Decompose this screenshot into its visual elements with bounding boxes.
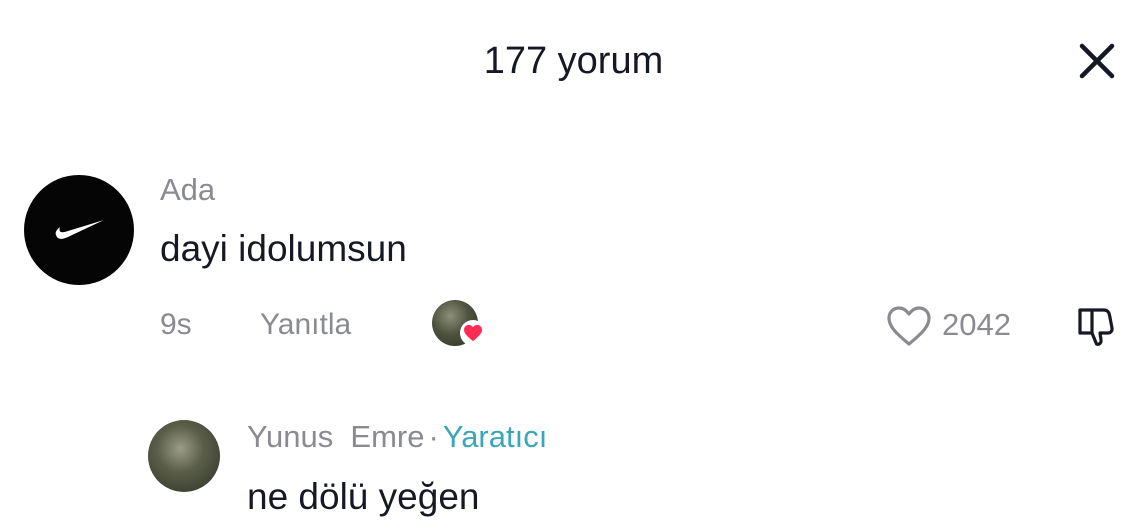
like-count: 2042	[942, 307, 1011, 342]
reply-author[interactable]: Yunus Emre	[247, 419, 424, 454]
heart-outline-icon	[887, 306, 931, 346]
avatar[interactable]	[24, 175, 134, 285]
reply-text: ne dölü yeğen	[247, 476, 480, 517]
comment-text: dayi idolumsun	[160, 228, 407, 269]
reply-button[interactable]: Yanıtla	[260, 307, 351, 343]
creator-liked-badge	[432, 300, 486, 350]
close-button[interactable]	[1072, 36, 1122, 86]
comment-author[interactable]: Ada	[160, 172, 215, 208]
dislike-button[interactable]	[1074, 304, 1118, 348]
reply-avatar[interactable]	[148, 420, 220, 492]
like-button[interactable]	[886, 304, 932, 348]
heart-badge	[460, 320, 486, 346]
heart-icon	[464, 324, 482, 342]
comments-count-title: 177 yorum	[483, 40, 664, 82]
separator-dot: ·	[428, 419, 439, 454]
thumbs-down-icon	[1078, 308, 1114, 346]
close-icon	[1079, 43, 1115, 79]
nike-swoosh-icon	[55, 220, 104, 239]
reply-author-line: Yunus Emre · Yaratıcı	[247, 418, 547, 456]
comment-time: 9s	[160, 308, 192, 341]
creator-badge: Yaratıcı	[442, 419, 548, 454]
